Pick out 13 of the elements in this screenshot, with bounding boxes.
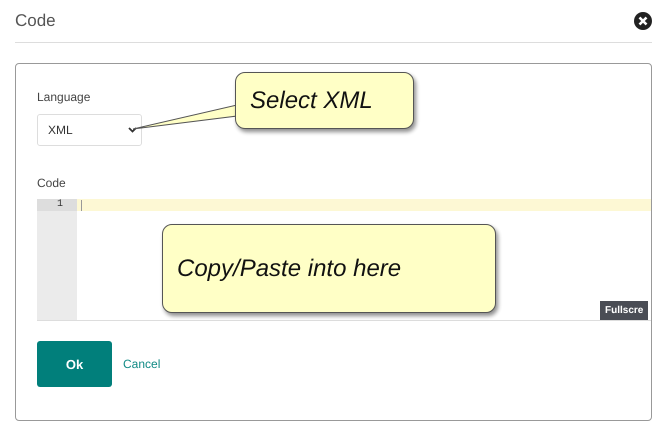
text-cursor	[81, 200, 82, 210]
cancel-link[interactable]: Cancel	[123, 357, 160, 371]
language-select[interactable]: XML	[37, 114, 142, 146]
line-number: 1	[37, 199, 77, 211]
callout-note: Select XML	[235, 72, 414, 129]
field-label: Language	[37, 90, 90, 104]
close-icon[interactable]	[634, 12, 652, 30]
callout-note: Copy/Paste into here	[162, 224, 496, 313]
dialog-title: Code	[15, 11, 56, 31]
chevron-icon	[128, 127, 137, 133]
fullscreen-button[interactable]: Fullscre	[600, 301, 648, 320]
field-label: Code	[37, 176, 66, 190]
ok-button[interactable]: Ok	[37, 341, 112, 387]
